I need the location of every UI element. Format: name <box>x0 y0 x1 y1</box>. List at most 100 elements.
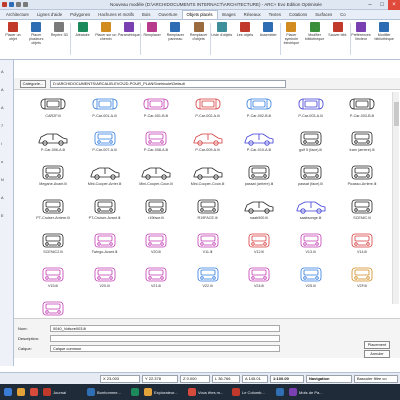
vehicle-item[interactable]: V14.lli <box>337 228 387 258</box>
vehicle-item[interactable]: Mini-Cooper-Arrier.lli <box>80 160 130 190</box>
vehicle-item[interactable]: passat (face).lli <box>286 160 336 190</box>
undo-icon[interactable] <box>16 2 21 7</box>
left-dock-label[interactable]: 7 <box>1 124 3 128</box>
vehicle-item[interactable]: V22.lli <box>183 262 233 292</box>
tab-item[interactable]: Architecture <box>2 11 33 19</box>
vehicle-item[interactable]: P-Car-001-B.lli <box>131 92 181 122</box>
category-button[interactable]: Catégorie... <box>20 80 46 88</box>
vehicle-item[interactable]: P-Car-002-A.lli <box>183 92 233 122</box>
name-field[interactable]: 0040_Voiture003.lli <box>50 325 280 332</box>
left-dock-label[interactable]: A <box>1 70 4 74</box>
app-icon[interactable] <box>2 2 7 7</box>
maximize-button[interactable]: □ <box>376 0 388 10</box>
vehicle-item[interactable]: P-Car-008-A.lli <box>131 126 181 156</box>
scrollbar-thumb[interactable] <box>394 102 399 126</box>
length-field[interactable]: L 36.766 <box>212 375 240 383</box>
taskbar-item[interactable]: Mots de Pa... <box>289 387 323 397</box>
taskbar-item[interactable]: Vous êtes m... <box>188 387 223 397</box>
vehicle-item[interactable]: P-Car-006-A.lli <box>28 126 78 156</box>
vehicle-item[interactable]: Mini-Cooper-Coun.lli <box>131 160 181 190</box>
vehicle-item[interactable]: P-Car-009-A.lli <box>183 126 233 156</box>
taskbar-item[interactable]: Explorateur... <box>144 387 178 397</box>
vehicle-item[interactable]: CAR2F.lli <box>28 92 78 122</box>
ribbon-button[interactable]: Modifier bibliothèque <box>373 22 395 52</box>
y-coordinate[interactable]: Y 22.378 <box>142 375 178 383</box>
left-dock-label[interactable]: A <box>1 88 4 92</box>
taskbar-item[interactable] <box>4 387 14 397</box>
taskbar-item[interactable] <box>30 387 40 397</box>
vehicle-item[interactable]: passat (arriere).lli <box>234 160 284 190</box>
tab-item[interactable]: Textes <box>265 11 285 19</box>
tab-item[interactable]: Lignes d'aide <box>33 11 66 19</box>
close-button[interactable]: × <box>388 0 400 10</box>
left-dock-label[interactable]: E <box>1 214 4 218</box>
ribbon-button[interactable]: Remplacer <box>141 22 163 52</box>
left-dock-label[interactable]: A <box>1 196 4 200</box>
vehicle-item[interactable]: V20.lli <box>80 262 130 292</box>
description-field[interactable] <box>50 335 280 342</box>
left-dock-label[interactable]: i <box>1 142 2 146</box>
taskbar-item[interactable]: Bonhomme... <box>87 387 121 397</box>
taskbar-item[interactable]: Le Colomb... <box>232 387 265 397</box>
ribbon-button[interactable]: Placer symbole électrique <box>280 22 302 52</box>
redo-icon[interactable] <box>23 2 28 7</box>
vehicle-item[interactable]: Megane-Avant.lli <box>28 160 78 190</box>
left-dock-label[interactable]: o <box>1 160 3 164</box>
vehicle-item[interactable]: P-Car-003-B.lli <box>337 92 387 122</box>
vehicle-item[interactable]: golf 5 (face).lli <box>286 126 336 156</box>
tab-item[interactable]: Ouverture <box>154 11 181 19</box>
tab-item[interactable]: Surfaces <box>311 11 336 19</box>
tab-item[interactable]: Images <box>218 11 240 19</box>
ribbon-button[interactable]: Assembler <box>257 22 279 52</box>
taskbar-item[interactable] <box>131 387 141 397</box>
ribbon-button[interactable]: Paramétriques <box>118 22 141 52</box>
grid-scrollbar[interactable] <box>392 92 399 304</box>
ribbon-button[interactable]: Les objets <box>234 22 256 52</box>
vehicle-item[interactable]: R19FACE.lli <box>183 194 233 224</box>
angle-field[interactable]: A 145.01 <box>242 375 268 383</box>
taskbar-item[interactable] <box>276 387 286 397</box>
vehicle-item[interactable]: PT-Cruiser-Arriere.lli <box>28 194 78 224</box>
ribbon-button[interactable]: Repère 3D <box>48 22 70 52</box>
vehicle-item[interactable]: SCENIC2.lli <box>28 228 78 258</box>
left-dock-label[interactable]: A <box>1 106 4 110</box>
left-dock-label[interactable]: N <box>1 178 4 182</box>
minimize-button[interactable]: – <box>364 0 376 10</box>
vehicle-item[interactable]: V15.lli <box>28 262 78 292</box>
tab-item[interactable]: Hachures et motifs <box>94 11 138 19</box>
ribbon-button[interactable]: Placer sur un chemin <box>95 22 117 52</box>
mode-field[interactable]: Navigation <box>306 375 352 383</box>
vehicle-item[interactable]: PT-Cruiser-Avant.lli <box>80 194 130 224</box>
vehicle-item[interactable]: SCENIC.lli <box>337 194 387 224</box>
tab-item[interactable]: Polygones <box>66 11 94 19</box>
scale-field[interactable]: 1:100.00 <box>270 375 304 383</box>
tab-item[interactable]: Co <box>336 11 350 19</box>
tab-item[interactable]: Bois <box>138 11 154 19</box>
vehicle-item[interactable]: V20.lli <box>131 228 181 258</box>
vehicle-item[interactable]: tram (arriere).lli <box>337 126 387 156</box>
place-button[interactable]: Placement <box>364 341 390 349</box>
ribbon-button[interactable]: Placer un objet <box>2 22 24 52</box>
cancel-button[interactable]: Annuler <box>364 350 390 358</box>
ribbon-button[interactable]: Sauver bibl. <box>327 22 349 52</box>
ribbon-button[interactable]: Modifier bibliothèque <box>304 22 326 52</box>
vehicle-item[interactable]: P-Car-002-B.lli <box>234 92 284 122</box>
save-icon[interactable] <box>9 2 14 7</box>
taskbar-item[interactable]: Journal <box>43 387 66 397</box>
vehicle-item[interactable]: saabsonge.lli <box>286 194 336 224</box>
ribbon-button[interactable]: Remplacer panneau <box>164 22 186 52</box>
path-field[interactable]: D:\ARCHIDOCUMENTS\ARCALIB-EVO\2D-POUR_PL… <box>50 80 286 88</box>
vehicle-item[interactable]: V25.lli <box>286 262 336 292</box>
ribbon-button[interactable]: Aléatoire <box>72 22 94 52</box>
ribbon-button[interactable]: Placer plusieurs objets <box>25 22 47 52</box>
vehicle-item[interactable]: V24.lli <box>234 262 284 292</box>
vehicle-item[interactable]: P-Car-007-A.lli <box>80 126 130 156</box>
tab-item[interactable]: Objets placés <box>181 10 218 19</box>
vehicle-item[interactable]: r19face.lli <box>131 194 181 224</box>
tab-item[interactable]: Cotations <box>285 11 311 19</box>
x-coordinate[interactable]: X 23.003 <box>100 375 140 383</box>
ribbon-button[interactable]: Remplacer d'objets <box>188 22 210 52</box>
vehicle-item[interactable]: V21.lli <box>131 262 181 292</box>
vehicle-item[interactable]: saab900.lli <box>234 194 284 224</box>
z-coordinate[interactable]: Z 0.000 <box>180 375 210 383</box>
